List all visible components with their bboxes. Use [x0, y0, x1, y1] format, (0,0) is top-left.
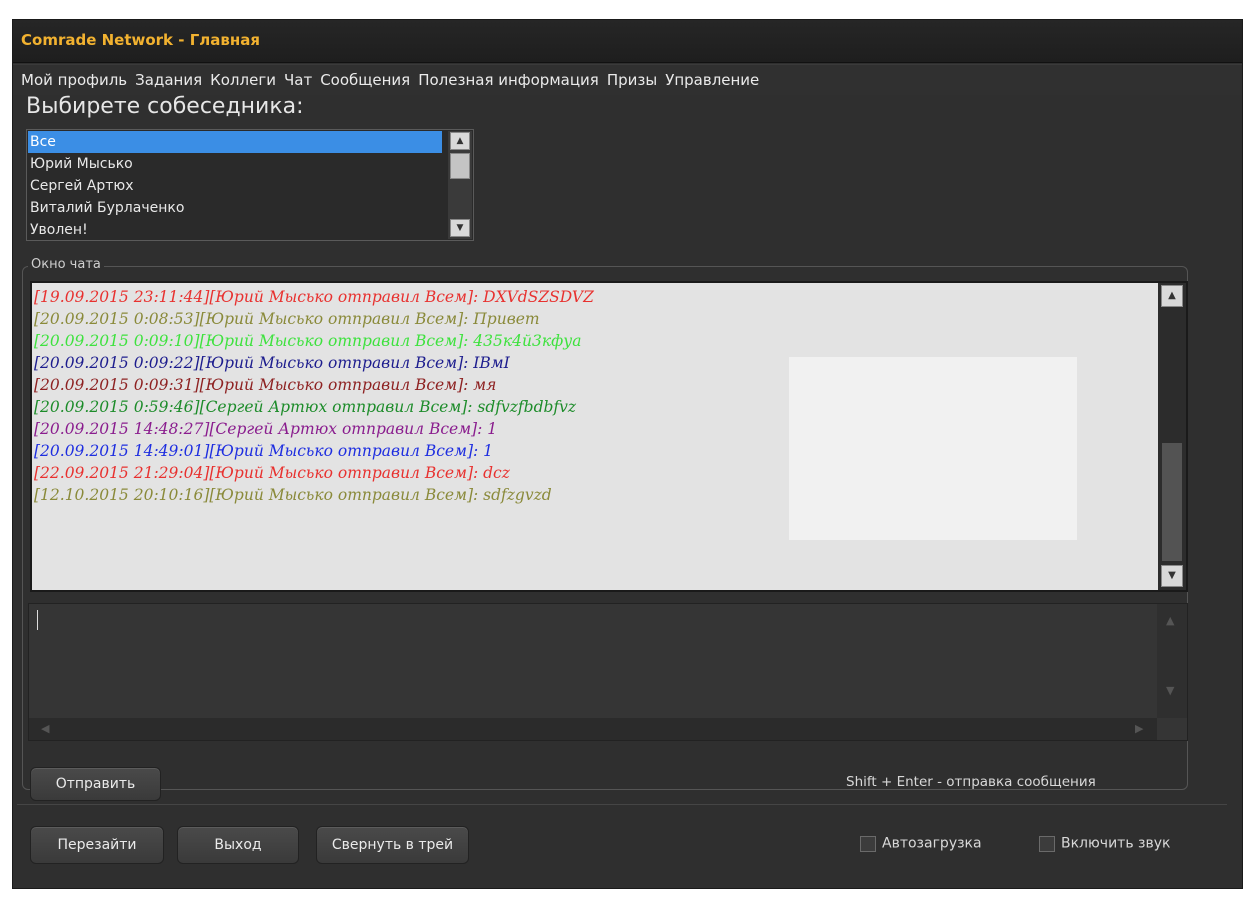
triangle-down-icon[interactable]: ▼ [450, 219, 470, 237]
menu-item-profile[interactable]: Мой профиль [17, 71, 131, 89]
checkbox-box[interactable] [860, 835, 876, 852]
chat-message: [19.09.2015 23:11:44][Юрий Мысько отправ… [34, 288, 594, 306]
chat-message: [20.09.2015 0:08:53][Юрий Мысько отправи… [34, 310, 540, 328]
menu-item-tasks[interactable]: Задания [131, 71, 206, 89]
menu-bar: Мой профиль Задания Коллеги Чат Сообщения Пол… [13, 64, 1242, 95]
message-input[interactable]: ▲ ▼ ◀ ▶ [28, 603, 1188, 741]
exit-button[interactable]: Выход [177, 826, 299, 864]
triangle-left-icon[interactable]: ◀ [41, 722, 49, 735]
contact-item[interactable]: Уволен! [28, 219, 442, 239]
text-caret [37, 610, 38, 630]
sound-label: Включить звук [1061, 835, 1171, 852]
send-shortcut-hint: Shift + Enter - отправка сообщения [846, 774, 1096, 790]
minimize-to-tray-button[interactable]: Свернуть в трей [316, 826, 469, 864]
triangle-right-icon[interactable]: ▶ [1135, 722, 1143, 735]
title-bar[interactable]: Comrade Network - Главная [13, 20, 1242, 63]
send-button[interactable]: Отправить [30, 767, 161, 801]
triangle-down-icon[interactable]: ▼ [1161, 565, 1183, 587]
chat-log-scrollbar[interactable]: ▲ ▼ [1158, 283, 1186, 590]
triangle-up-icon[interactable]: ▲ [1161, 285, 1183, 307]
chat-message: [20.09.2015 14:49:01][Юрий Мысько отправ… [34, 442, 493, 460]
chat-message: [20.09.2015 0:59:46][Сергей Артюх отправ… [34, 398, 577, 416]
chat-message: [22.09.2015 21:29:04][Юрий Мысько отправ… [34, 464, 510, 482]
blank-overlay [789, 357, 1077, 540]
scroll-thumb[interactable] [1162, 443, 1182, 561]
sound-checkbox[interactable]: Включить звук [1039, 833, 1170, 853]
contact-item[interactable]: Сергей Артюх [28, 175, 442, 197]
menu-item-prizes[interactable]: Призы [603, 71, 661, 89]
menu-item-colleagues[interactable]: Коллеги [206, 71, 280, 89]
menu-item-management[interactable]: Управление [661, 71, 763, 89]
chat-messages: [19.09.2015 23:11:44][Юрий Мысько отправ… [32, 286, 594, 506]
contact-list[interactable]: Все Юрий Мысько Сергей Артюх Виталий Бур… [26, 129, 474, 241]
chat-message: [20.09.2015 0:09:31][Юрий Мысько отправи… [34, 376, 497, 394]
triangle-down-icon[interactable]: ▼ [1166, 684, 1174, 697]
contact-item[interactable]: Виталий Бурлаченко [28, 197, 442, 219]
menu-item-useful-info[interactable]: Полезная информация [414, 71, 603, 89]
menu-item-chat[interactable]: Чат [280, 71, 316, 89]
triangle-up-icon[interactable]: ▲ [1166, 614, 1174, 627]
window-title: Comrade Network - Главная [21, 31, 260, 49]
chat-message: [20.09.2015 0:09:10][Юрий Мысько отправи… [34, 332, 582, 350]
chat-message: [12.10.2015 20:10:16][Юрий Мысько отправ… [34, 486, 552, 504]
contact-item-all[interactable]: Все [28, 131, 442, 153]
contact-picker-heading: Выбирете собеседника: [26, 94, 304, 119]
chat-group-label: Окно чата [28, 257, 104, 272]
message-input-scrollbar[interactable]: ▲ ▼ [1157, 604, 1187, 718]
contact-item[interactable]: Юрий Мысько [28, 153, 442, 175]
menu-item-messages[interactable]: Сообщения [316, 71, 414, 89]
autoload-checkbox[interactable]: Автозагрузка [860, 833, 982, 853]
scroll-thumb[interactable] [450, 153, 470, 179]
autoload-label: Автозагрузка [882, 835, 982, 852]
relogin-button[interactable]: Перезайти [30, 826, 164, 864]
triangle-up-icon[interactable]: ▲ [450, 132, 470, 150]
chat-message: [20.09.2015 14:48:27][Сергей Артюх отпра… [34, 420, 498, 438]
message-input-hscrollbar[interactable]: ◀ ▶ [29, 718, 1157, 740]
contact-list-scrollbar[interactable]: ▲ ▼ [448, 131, 472, 239]
chat-log[interactable]: [19.09.2015 23:11:44][Юрий Мысько отправ… [30, 281, 1188, 592]
checkbox-box[interactable] [1039, 835, 1055, 852]
chat-message: [20.09.2015 0:09:22][Юрий Мысько отправи… [34, 354, 510, 372]
